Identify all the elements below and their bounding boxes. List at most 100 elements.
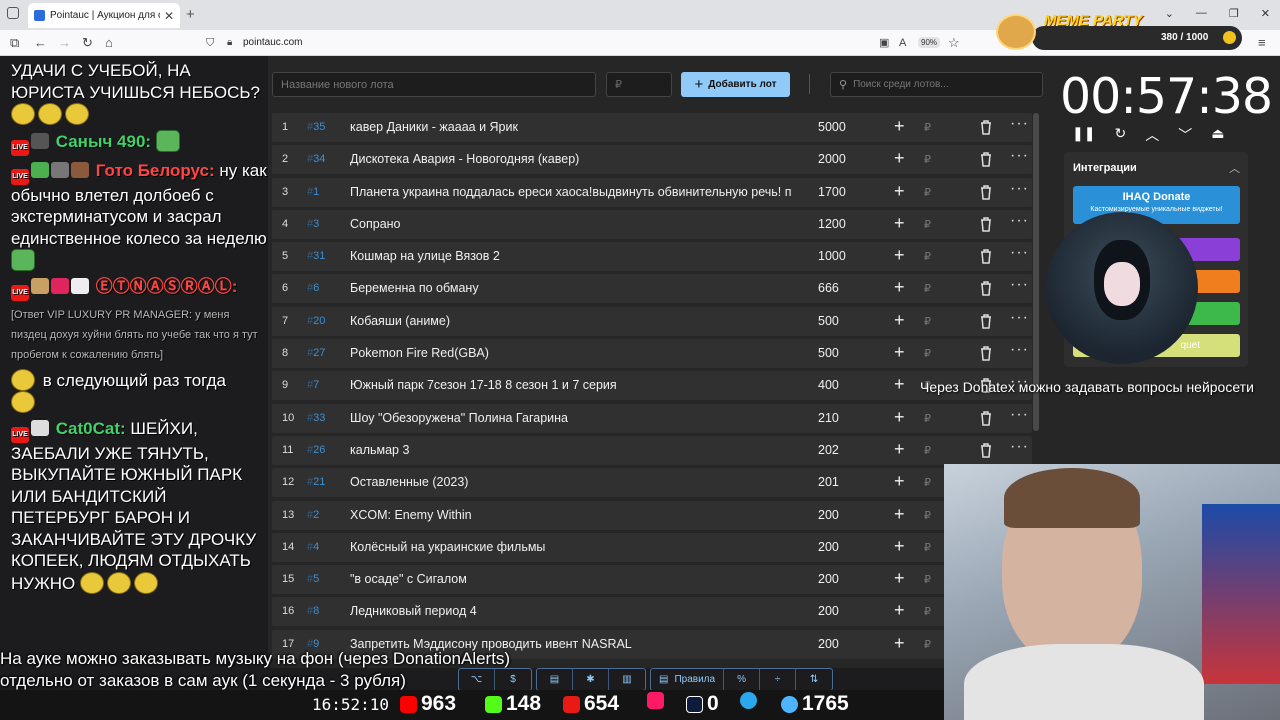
lot-row[interactable]: 10 #33 Шоу "Обезоружена" Полина Гагарина 21… (272, 403, 1032, 433)
add-amount-icon[interactable]: + (894, 504, 905, 525)
ruble-icon[interactable]: ₽ (924, 186, 931, 199)
lot-fast-id[interactable]: #21 (307, 476, 325, 488)
bookmark-star-icon[interactable]: ☆ (948, 35, 960, 51)
ruble-icon[interactable]: ₽ (924, 315, 931, 328)
lot-amount[interactable]: 200 (818, 508, 839, 522)
more-icon[interactable]: ··· (1010, 147, 1029, 165)
lot-amount[interactable]: 1000 (818, 249, 846, 263)
translate-icon[interactable]: A (899, 35, 906, 51)
add-amount-icon[interactable]: + (894, 471, 905, 492)
lot-search[interactable]: ⚲ (830, 72, 1043, 97)
shield-icon[interactable]: ⛉ (206, 35, 214, 51)
add-amount-icon[interactable]: + (894, 277, 905, 298)
percent-button[interactable]: % (724, 669, 761, 690)
lot-fast-id[interactable]: #33 (307, 412, 325, 424)
trash-icon[interactable] (978, 313, 994, 330)
lot-row[interactable]: 16#8Ледниковый период 4200+₽··· (272, 597, 1032, 627)
lot-row[interactable]: 5 #31 Кошмар на улице Вязов 2 1000 + ₽ ··· (272, 242, 1032, 272)
close-window-icon[interactable]: ✕ (1261, 7, 1270, 20)
trash-icon[interactable] (978, 248, 994, 265)
trash-icon[interactable] (978, 119, 994, 136)
more-icon[interactable]: ··· (1010, 180, 1029, 198)
lot-name[interactable]: Шоу "Обезоружена" Полина Гагарина (350, 411, 792, 425)
trash-icon[interactable] (978, 184, 994, 201)
lot-amount[interactable]: 200 (818, 637, 839, 651)
more-icon[interactable]: ··· (1010, 115, 1029, 133)
tab-list-icon[interactable] (7, 7, 19, 19)
more-icon[interactable]: ··· (1010, 309, 1029, 327)
ruble-icon[interactable]: ₽ (924, 605, 931, 618)
lot-row[interactable]: 1 #35 кавер Даники - жаааа и Ярик 5000 + ₽ ··· (272, 113, 1032, 142)
lot-amount[interactable]: 500 (818, 314, 839, 328)
lot-fast-id[interactable]: #4 (307, 541, 319, 553)
lot-fast-id[interactable]: #20 (307, 315, 325, 327)
forward-icon[interactable]: → (58, 35, 71, 51)
ruble-icon[interactable]: ₽ (924, 282, 931, 295)
lot-amount[interactable]: 200 (818, 604, 839, 618)
lot-row[interactable]: 15#5"в осаде" с Сигалом200+₽··· (272, 565, 1032, 595)
reader-view-icon[interactable]: ▣ (879, 35, 889, 51)
lot-fast-id[interactable]: #1 (307, 186, 319, 198)
trash-icon[interactable] (978, 151, 994, 168)
lot-amount[interactable]: 210 (818, 411, 839, 425)
lot-fast-id[interactable]: #35 (307, 121, 325, 133)
lot-amount[interactable]: 1700 (818, 185, 846, 199)
lot-name[interactable]: Планета украина поддалась ереси хаоса!вы… (350, 185, 792, 199)
lot-fast-id[interactable]: #34 (307, 153, 325, 165)
more-icon[interactable]: ··· (1010, 212, 1029, 230)
lot-row[interactable]: 4 #3 Сопрано 1200 + ₽ ··· (272, 209, 1032, 239)
lot-fast-id[interactable]: #26 (307, 444, 325, 456)
lot-row[interactable]: 8 #27 Pokemon Fire Red(GBA) 500 + ₽ ··· (272, 339, 1032, 369)
lot-fast-id[interactable]: #2 (307, 509, 319, 521)
lot-amount[interactable]: 400 (818, 378, 839, 392)
chevron-up-icon[interactable]: ︿ (1145, 125, 1159, 145)
ruble-icon[interactable]: ₽ (924, 250, 931, 263)
reset-icon[interactable]: ↻ (1114, 125, 1126, 145)
split-icon[interactable]: ÷ (760, 669, 797, 690)
add-amount-icon[interactable]: + (894, 116, 905, 137)
rules-button[interactable]: ▤ Правила (651, 669, 725, 690)
lot-name[interactable]: Кошмар на улице Вязов 2 (350, 249, 792, 263)
lot-name[interactable]: Оставленные (2023) (350, 475, 792, 489)
add-amount-icon[interactable]: + (894, 633, 905, 654)
sidebar-icon[interactable]: ⧉ (10, 35, 19, 51)
ruble-icon[interactable]: ₽ (924, 347, 931, 360)
lot-row[interactable]: 2 #34 Дискотека Авария - Новогодняя (кавер… (272, 145, 1032, 175)
lot-name[interactable]: Беременна по обману (350, 281, 792, 295)
lot-name[interactable]: кавер Даники - жаааа и Ярик (350, 120, 792, 134)
bug-icon[interactable]: ✱ (573, 669, 609, 690)
trash-icon[interactable] (978, 216, 994, 233)
zoom-level[interactable]: 90% (918, 37, 941, 48)
trash-icon[interactable] (978, 442, 994, 459)
save-icon[interactable]: ▤ (537, 669, 573, 690)
chat-username[interactable]: ⒺⓉⓃⒶⓈⓇⒶⓁ: (96, 277, 238, 296)
lot-amount[interactable]: 202 (818, 443, 839, 457)
double-chevron-up-icon[interactable]: ⏏ (1211, 125, 1224, 145)
add-amount-icon[interactable]: + (894, 407, 905, 428)
add-amount-icon[interactable]: + (894, 213, 905, 234)
back-icon[interactable]: ← (34, 35, 47, 51)
trash-icon[interactable] (978, 410, 994, 427)
ruble-icon[interactable]: ₽ (924, 509, 931, 522)
lot-row[interactable]: 14#4Колёсный на украинские фильмы200+₽··… (272, 532, 1032, 562)
lot-fast-id[interactable]: #27 (307, 347, 325, 359)
lot-name[interactable]: XCOM: Enemy Within (350, 508, 792, 522)
browser-tab[interactable]: Pointauc | Аукцион для стрим ✕ (28, 3, 180, 28)
ruble-icon[interactable]: ₽ (924, 153, 931, 166)
clear-icon[interactable]: ▥ (609, 669, 645, 690)
more-icon[interactable]: ··· (1010, 406, 1029, 424)
lot-fast-id[interactable]: #6 (307, 282, 319, 294)
lot-row[interactable]: 9 #7 Южный парк 7сезон 17-18 8 сезон 1 и 7… (272, 371, 1032, 401)
lot-amount[interactable]: 201 (818, 475, 839, 489)
lot-row[interactable]: 13#2XCOM: Enemy Within200+₽··· (272, 500, 1032, 530)
more-icon[interactable]: ··· (1010, 438, 1029, 456)
add-amount-icon[interactable]: + (894, 374, 905, 395)
lot-fast-id[interactable]: #5 (307, 573, 319, 585)
add-amount-icon[interactable]: + (894, 568, 905, 589)
chevron-down-icon[interactable]: ﹀ (1178, 125, 1192, 145)
add-amount-icon[interactable]: + (894, 600, 905, 621)
ruble-icon[interactable]: ₽ (924, 121, 931, 134)
lot-name[interactable]: Pokemon Fire Red(GBA) (350, 346, 792, 360)
reload-icon[interactable]: ↻ (82, 35, 93, 51)
github-icon[interactable]: ⌥ (459, 669, 495, 690)
